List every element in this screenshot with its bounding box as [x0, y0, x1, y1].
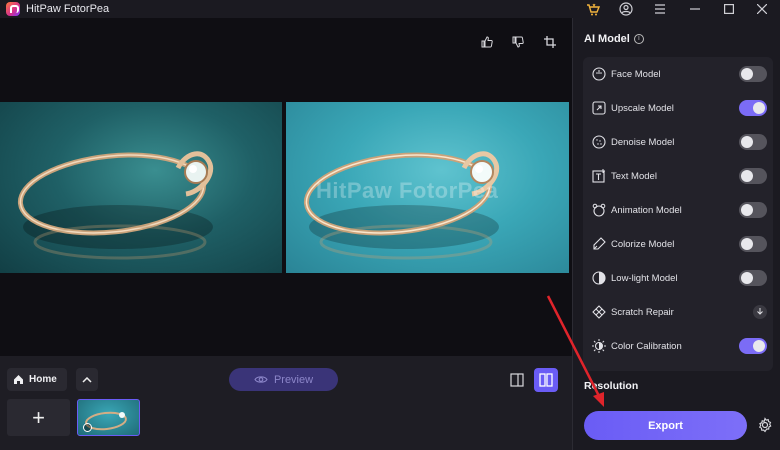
account-icon[interactable]: [617, 1, 635, 17]
upscale-model-toggle[interactable]: [739, 100, 767, 116]
panel-title-text: AI Model: [584, 33, 630, 45]
maximize-icon[interactable]: [720, 1, 738, 17]
eye-icon: [254, 376, 268, 383]
face-icon: [591, 66, 607, 82]
menu-icon[interactable]: [651, 1, 669, 17]
colorize-icon: [591, 236, 607, 252]
thumbnail-status-icon: [83, 423, 92, 432]
model-row-color-calibration[interactable]: Color Calibration: [583, 329, 773, 363]
model-label: Upscale Model: [611, 102, 674, 114]
bottom-toolbar: Home Preview +: [0, 356, 572, 450]
model-label: Low-light Model: [611, 272, 678, 284]
text-model-toggle[interactable]: [739, 168, 767, 184]
model-row-denoise[interactable]: Denoise Model: [583, 125, 773, 159]
add-image-button[interactable]: +: [7, 399, 70, 436]
shop-cart-icon[interactable]: [584, 1, 602, 17]
export-button[interactable]: Export: [584, 411, 747, 440]
model-label: Color Calibration: [611, 340, 682, 352]
color-calibration-icon: [591, 338, 607, 354]
close-icon[interactable]: [753, 1, 771, 17]
single-view-button[interactable]: [507, 370, 527, 390]
upscale-icon: [591, 100, 607, 116]
download-icon[interactable]: [753, 305, 767, 319]
original-image: [0, 102, 282, 273]
colorize-model-toggle[interactable]: [739, 236, 767, 252]
minimize-icon[interactable]: [686, 1, 704, 17]
model-label: Text Model: [611, 170, 657, 182]
text-icon: [591, 168, 607, 184]
preview-button[interactable]: Preview: [229, 368, 338, 391]
enhanced-image: HitPaw FotorPea: [286, 102, 569, 273]
thumbs-down-icon[interactable]: [510, 34, 526, 50]
resolution-heading: Resolution: [584, 380, 639, 392]
title-bar: HitPaw FotorPea: [0, 0, 780, 18]
model-row-face[interactable]: Face Model: [583, 57, 773, 91]
image-canvas[interactable]: + −: [0, 18, 572, 356]
image-thumbnail[interactable]: [77, 399, 140, 436]
ai-model-panel: AI Model i Face Model Upscale Model Deno…: [572, 18, 780, 450]
scratch-icon: [591, 304, 607, 320]
watermark-text: HitPaw FotorPea: [316, 178, 499, 203]
animation-model-toggle[interactable]: [739, 202, 767, 218]
preview-label: Preview: [273, 373, 314, 386]
low-light-icon: [591, 270, 607, 286]
model-row-colorize[interactable]: Colorize Model: [583, 227, 773, 261]
denoise-model-toggle[interactable]: [739, 134, 767, 150]
model-list: Face Model Upscale Model Denoise Model T…: [583, 57, 773, 371]
gear-icon: [758, 417, 772, 433]
denoise-icon: [591, 134, 607, 150]
app-title: HitPaw FotorPea: [26, 3, 110, 15]
chevron-up-icon: [82, 376, 92, 383]
thumbs-up-icon[interactable]: [479, 34, 495, 50]
info-icon[interactable]: i: [633, 34, 644, 44]
low-light-model-toggle[interactable]: [739, 270, 767, 286]
model-row-upscale[interactable]: Upscale Model: [583, 91, 773, 125]
face-model-toggle[interactable]: [739, 66, 767, 82]
model-label: Face Model: [611, 68, 661, 80]
home-label: Home: [29, 374, 57, 385]
color-calibration-toggle[interactable]: [739, 338, 767, 354]
side-by-side-icon: [539, 373, 553, 387]
model-label: Animation Model: [611, 204, 682, 216]
model-row-scratch-repair[interactable]: Scratch Repair: [583, 295, 773, 329]
settings-button[interactable]: [755, 415, 775, 435]
split-view-button[interactable]: [534, 368, 558, 392]
panel-title: AI Model i: [584, 33, 644, 45]
home-button[interactable]: Home: [7, 368, 67, 391]
animation-icon: [591, 202, 607, 218]
model-label: Colorize Model: [611, 238, 675, 250]
compare-slider-icon: [510, 373, 524, 387]
app-logo-icon: [6, 2, 20, 16]
home-icon: [14, 375, 23, 384]
model-row-text[interactable]: Text Model: [583, 159, 773, 193]
collapse-button[interactable]: [76, 368, 98, 391]
app-window: HitPaw FotorPea +: [0, 0, 780, 450]
crop-icon[interactable]: [542, 34, 558, 50]
model-row-low-light[interactable]: Low-light Model: [583, 261, 773, 295]
model-label: Denoise Model: [611, 136, 675, 148]
model-label: Scratch Repair: [611, 306, 674, 318]
model-row-animation[interactable]: Animation Model: [583, 193, 773, 227]
